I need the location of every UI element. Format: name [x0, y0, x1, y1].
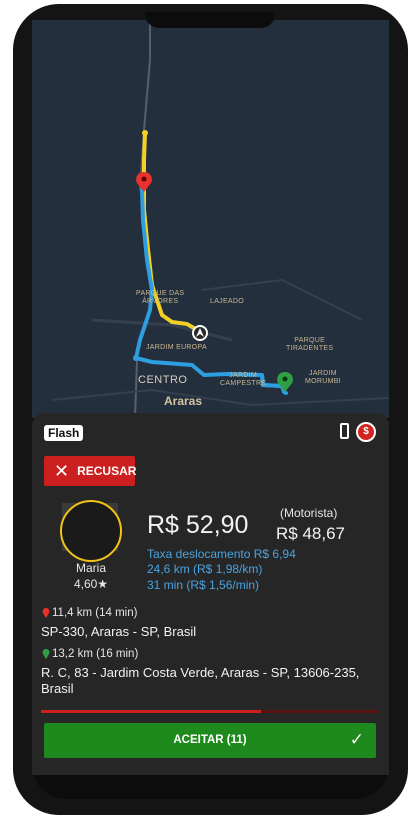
passenger-name: Maria — [75, 561, 106, 575]
map-canvas — [51, 20, 389, 418]
driver-share-value: R$ 48,67 — [276, 524, 345, 543]
pickup-pin-icon — [136, 172, 152, 192]
destination-pin-icon — [42, 649, 50, 659]
trip-distance: 24,6 km (R$ 1,98/km) — [147, 562, 263, 576]
smartphone-icon — [340, 423, 349, 439]
map-label-jardim-campestre: JARDIM CAMPESTRE — [220, 372, 267, 387]
refuse-button[interactable]: ✕ RECUSAR — [44, 456, 137, 486]
map-label-centro: CENTRO — [138, 374, 188, 386]
check-icon: ✓ — [349, 730, 364, 749]
map-label-araras: Araras — [164, 394, 203, 408]
pickup-address: SP-330, Araras - SP, Brasil — [41, 624, 197, 639]
trip-duration: 31 min (R$ 1,56/min) — [147, 578, 260, 592]
current-location-icon — [192, 325, 208, 341]
accept-button-label: ACEITAR (11) — [173, 734, 247, 746]
refuse-button-label: RECUSAR — [77, 464, 137, 478]
driver-share-label: (Motorista) — [280, 506, 338, 520]
map-label-lajeado: LAJEADO — [210, 298, 244, 305]
phone-notch — [145, 12, 275, 28]
map-label-jardim-morumbi: JARDIM MORUMBI — [305, 370, 341, 385]
pickup-meta: 11,4 km (14 min) — [42, 607, 137, 619]
ride-price: R$ 52,90 — [147, 511, 249, 539]
destination-address: R. C, 83 - Jardim Costa Verde, Araras - … — [41, 665, 360, 696]
close-icon: ✕ — [54, 461, 70, 481]
map-label-jardim-europa: JARDIM EUROPA — [146, 344, 207, 351]
ride-request-panel: Flash $ ✕ RECUSAR Maria 4,60★ R$ 52,90 (… — [32, 413, 389, 775]
destination-meta: 13,2 km (16 min) — [42, 648, 138, 660]
map-view[interactable]: PARQUE DAS ÁRVORES LAJEADO PARQUE TIRADE… — [32, 20, 389, 418]
no-cash-icon: $ — [356, 422, 376, 442]
pickup-pin-icon — [42, 608, 50, 618]
map-label-parque-das-arvores: PARQUE DAS ÁRVORES — [136, 290, 185, 305]
pickup-distance: 11,4 km (14 min) — [52, 607, 138, 619]
pickup-fee: Taxa deslocamento R$ 6,94 — [147, 547, 296, 561]
destination-distance: 13,2 km (16 min) — [52, 648, 139, 660]
category-badge: Flash — [44, 425, 84, 441]
accept-timer-fill — [41, 710, 261, 713]
destination-pin-icon — [277, 372, 293, 392]
accept-timer-bar — [41, 710, 379, 713]
avatar — [60, 500, 122, 562]
passenger-rating: 4,60★ — [73, 577, 109, 591]
map-label-parque-tiradentes: PARQUE TIRADENTES — [286, 337, 334, 352]
accept-button[interactable]: ACEITAR (11) ✓ — [44, 723, 376, 758]
